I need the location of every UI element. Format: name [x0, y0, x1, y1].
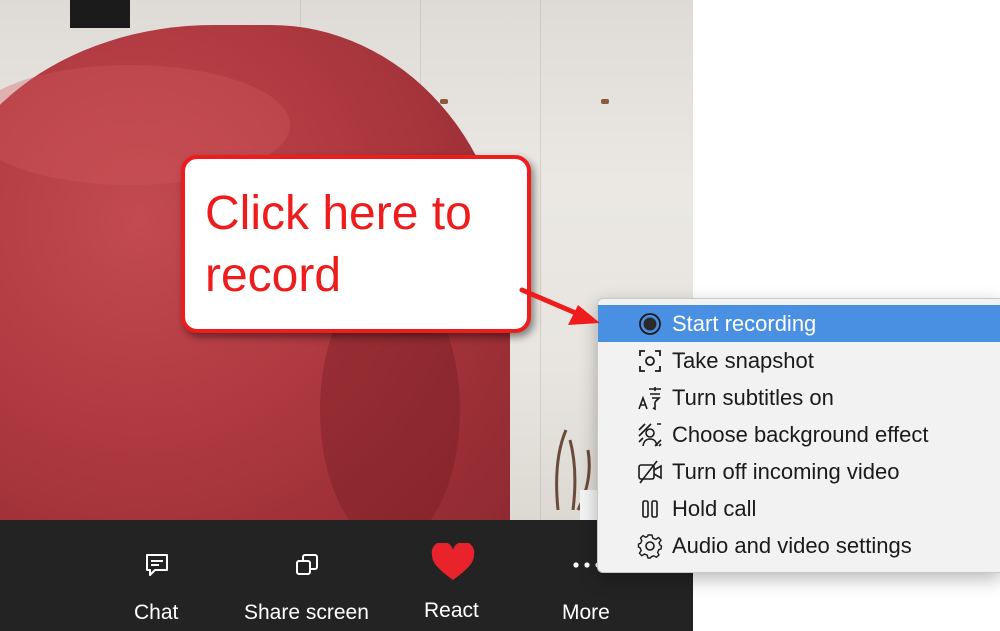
- callout-line-1: Click here to: [205, 187, 472, 240]
- menu-item-hold-call[interactable]: Hold call: [598, 490, 1000, 527]
- video-off-icon: [636, 458, 664, 486]
- callout-text: Click here to record: [205, 183, 515, 307]
- menu-item-turn-subtitles-on[interactable]: Turn subtitles on: [598, 379, 1000, 416]
- subtitles-icon: [636, 384, 664, 412]
- menu-item-take-snapshot[interactable]: Take snapshot: [598, 342, 1000, 379]
- chat-label: Chat: [134, 601, 179, 624]
- share-screen-label: Share screen: [244, 601, 369, 624]
- hold-icon: [636, 495, 664, 523]
- background-effect-icon: [636, 421, 664, 449]
- chat-icon: [142, 550, 172, 580]
- react-button[interactable]: React: [402, 520, 502, 631]
- snapshot-icon: [636, 347, 664, 375]
- react-label: React: [424, 599, 479, 622]
- more-label: More: [562, 601, 610, 624]
- picture-frame: [70, 0, 130, 28]
- callout-box: Click here to record: [181, 155, 531, 333]
- menu-item-start-recording[interactable]: Start recording: [598, 305, 1000, 342]
- call-toolbar: Chat Share screen React More: [0, 520, 693, 631]
- menu-item-audio-video-settings[interactable]: Audio and video settings: [598, 527, 1000, 564]
- menu-item-turn-off-incoming-video[interactable]: Turn off incoming video: [598, 453, 1000, 490]
- record-icon: [636, 310, 664, 338]
- share-screen-icon: [292, 550, 322, 580]
- callout-line-2: record: [205, 249, 342, 302]
- plant-decoration: [555, 429, 598, 520]
- menu-item-choose-background-effect[interactable]: Choose background effect: [598, 416, 1000, 453]
- gear-icon: [636, 532, 664, 560]
- heart-icon: [430, 542, 476, 582]
- more-menu: Start recording Take snapshot Turn subti…: [597, 298, 1000, 573]
- chat-button[interactable]: Chat: [107, 520, 207, 631]
- share-screen-button[interactable]: Share screen: [237, 520, 377, 631]
